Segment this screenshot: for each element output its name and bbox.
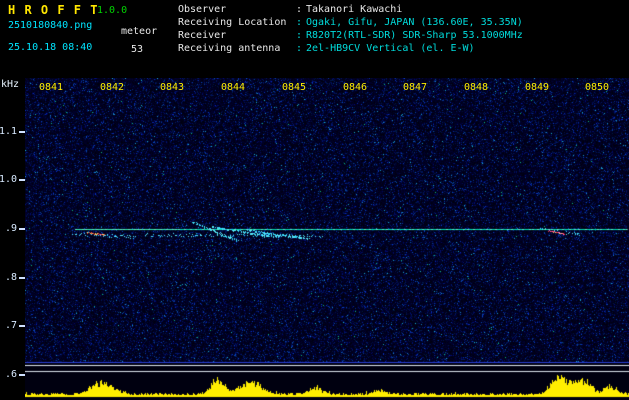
info-separator: : xyxy=(296,30,303,41)
info-label: Receiver xyxy=(178,30,227,41)
mode-label: meteor xyxy=(121,26,158,37)
freq-axis-unit: kHz xyxy=(1,79,20,90)
info-row-location: Receiving Location: Ogaki, Gifu, JAPAN (1… xyxy=(178,16,523,29)
hrofft-window: H R O F F T 1.0.0 2510180840.png meteor … xyxy=(0,0,629,400)
time-tick-label: 0847 xyxy=(402,82,428,93)
info-separator: : xyxy=(296,17,303,28)
header: H R O F F T 1.0.0 2510180840.png meteor … xyxy=(0,0,629,78)
freq-tick-label: .8 xyxy=(4,272,17,283)
info-value: Takanori Kawachi xyxy=(306,4,403,15)
time-tick-label: 0842 xyxy=(99,82,125,93)
station-info: Observer: Takanori Kawachi Receiving Loca… xyxy=(178,3,523,55)
app-title: H R O F F T xyxy=(8,3,99,17)
freq-tick-label: 1.1 xyxy=(0,126,17,137)
app-version: 1.0.0 xyxy=(97,5,128,16)
time-tick-label: 0846 xyxy=(342,82,368,93)
freq-tick-label: .6 xyxy=(4,369,17,380)
info-label: Receiving antenna xyxy=(178,43,281,54)
capture-datetime: 25.10.18 08:40 xyxy=(8,42,93,53)
info-label: Receiving Location xyxy=(178,17,287,28)
header-left: H R O F F T 1.0.0 2510180840.png meteor … xyxy=(0,0,178,78)
time-tick-label: 0850 xyxy=(584,82,610,93)
freq-tick-label: .7 xyxy=(4,320,17,331)
freq-tick-label: 1.0 xyxy=(0,174,17,185)
time-tick-label: 0841 xyxy=(38,82,64,93)
spectrogram: 0841 0842 0843 0844 0845 0846 0847 0848 … xyxy=(25,78,629,400)
info-row-receiver: Receiver: R820T2(RTL-SDR) SDR-Sharp 53.10… xyxy=(178,29,523,42)
frequency-axis: kHz 1.1 1.0 .9 .8 .7 .6 xyxy=(0,78,25,400)
spectrogram-canvas xyxy=(25,78,629,400)
time-tick-label: 0844 xyxy=(220,82,246,93)
info-value: Ogaki, Gifu, JAPAN (136.60E, 35.35N) xyxy=(306,17,523,28)
info-value: R820T2(RTL-SDR) SDR-Sharp 53.1000MHz xyxy=(306,30,523,41)
time-tick-label: 0843 xyxy=(159,82,185,93)
info-value: 2el-HB9CV Vertical (el. E-W) xyxy=(306,43,475,54)
output-filename: 2510180840.png xyxy=(8,20,93,31)
info-separator: : xyxy=(296,43,303,54)
info-row-antenna: Receiving antenna:2el-HB9CV Vertical (el… xyxy=(178,42,523,55)
info-separator: : xyxy=(296,4,303,15)
time-tick-label: 0845 xyxy=(281,82,307,93)
info-label: Observer xyxy=(178,4,227,15)
freq-tick-label: .9 xyxy=(4,223,17,234)
time-tick-label: 0849 xyxy=(524,82,550,93)
info-row-observer: Observer: Takanori Kawachi xyxy=(178,3,523,16)
echo-count: 53 xyxy=(131,44,144,55)
time-tick-label: 0848 xyxy=(463,82,489,93)
